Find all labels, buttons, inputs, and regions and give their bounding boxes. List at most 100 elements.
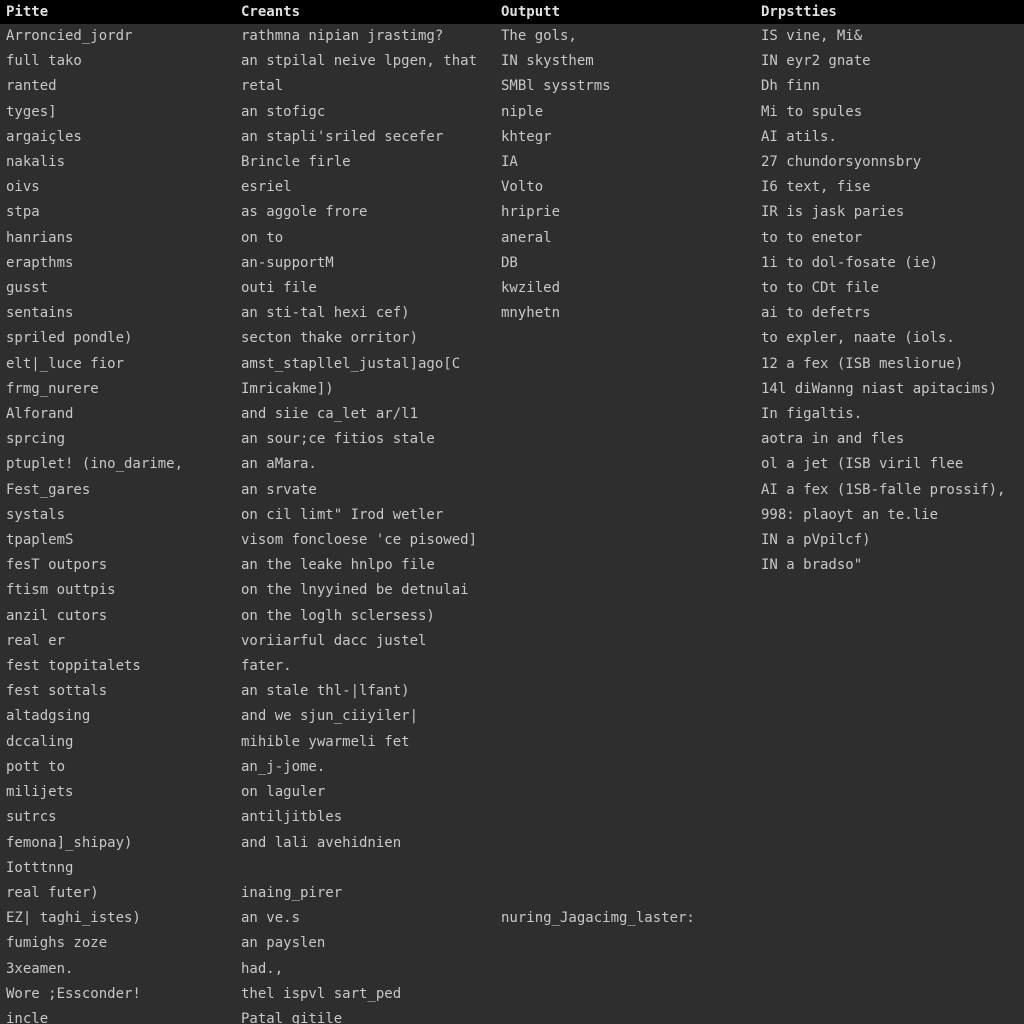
col-header-0[interactable]: Pitte: [0, 0, 235, 24]
table-row[interactable]: stpaas aggole frorehriprieIR is jask par…: [0, 200, 1024, 225]
cell: anzil cutors: [0, 604, 235, 629]
table-row[interactable]: elt|_luce fioramst_stapllel_justal]ago[C…: [0, 352, 1024, 377]
cell: 998: plaoyt an te.lie: [755, 503, 1024, 528]
cell: [495, 755, 755, 780]
table-row[interactable]: fesT outporsan the leake hnlpo fileIN a …: [0, 553, 1024, 578]
cell: argaiçles: [0, 125, 235, 150]
cell: fesT outpors: [0, 553, 235, 578]
cell: [755, 881, 1024, 906]
cell: an stpilal neive lpgen, that: [235, 49, 495, 74]
cell: spriled pondle): [0, 326, 235, 351]
table-row[interactable]: fest toppitaletsfater.: [0, 654, 1024, 679]
cell: IN a pVpilcf): [755, 528, 1024, 553]
cell: and siie ca_let ar/l1: [235, 402, 495, 427]
cell: kwziled: [495, 276, 755, 301]
cell: [495, 805, 755, 830]
table-row[interactable]: altadgsingand we sjun_ciiyiler|: [0, 704, 1024, 729]
table-row[interactable]: nakalisBrincle firleIA27 chundorsyonnsbr…: [0, 150, 1024, 175]
col-header-3[interactable]: Drpstties: [755, 0, 1024, 24]
cell: and we sjun_ciiyiler|: [235, 704, 495, 729]
cell: systals: [0, 503, 235, 528]
table-row[interactable]: Wore ;Essconder!thel ispvl sart_ped: [0, 982, 1024, 1007]
cell: secton thake orritor): [235, 326, 495, 351]
cell: niple: [495, 100, 755, 125]
table-row[interactable]: milijetson laguler: [0, 780, 1024, 805]
cell: sprcing: [0, 427, 235, 452]
cell: IA: [495, 150, 755, 175]
cell: real er: [0, 629, 235, 654]
cell: AI atils.: [755, 125, 1024, 150]
cell: ptuplet! (ino_darime,: [0, 452, 235, 477]
table-row[interactable]: hanrianson toaneralto to enetor: [0, 226, 1024, 251]
col-header-2[interactable]: Outputt: [495, 0, 755, 24]
table-row[interactable]: anzil cutorson the loglh sclersess): [0, 604, 1024, 629]
table-row[interactable]: dccalingmihible ywarmeli fet: [0, 730, 1024, 755]
cell: [755, 679, 1024, 704]
cell: [755, 1007, 1024, 1024]
cell: an sti-tal hexi cef): [235, 301, 495, 326]
cell: 3xeamen.: [0, 957, 235, 982]
table-row[interactable]: real futer)inaing_pirer: [0, 881, 1024, 906]
cell: voriiarful dacc justel: [235, 629, 495, 654]
table-row[interactable]: pott toan_j-jome.: [0, 755, 1024, 780]
cell: ftism outtpis: [0, 578, 235, 603]
table-row[interactable]: fest sottalsan stale thl-|lfant): [0, 679, 1024, 704]
cell: milijets: [0, 780, 235, 805]
table-row[interactable]: inclePatal_gitile: [0, 1007, 1024, 1024]
table-row[interactable]: EZ| taghi_istes)an ve.snuring_Jagacimg_l…: [0, 906, 1024, 931]
cell: erapthms: [0, 251, 235, 276]
table-row[interactable]: Iotttnng: [0, 856, 1024, 881]
table-row[interactable]: ptuplet! (ino_darime,an aMara.ol a jet (…: [0, 452, 1024, 477]
table-row[interactable]: sprcingan sour;ce fitios staleaotra in a…: [0, 427, 1024, 452]
cell: had.,: [235, 957, 495, 982]
cell: visom foncloese 'ce pisowed]: [235, 528, 495, 553]
cell: I6 text, fise: [755, 175, 1024, 200]
table-row[interactable]: tpaplemSvisom foncloese 'ce pisowed]IN a…: [0, 528, 1024, 553]
table-row[interactable]: full takoan stpilal neive lpgen, thatIN …: [0, 49, 1024, 74]
cell: Arroncied_jordr: [0, 24, 235, 49]
cell: altadgsing: [0, 704, 235, 729]
table-row[interactable]: systalson cil limt" Irod wetler998: plao…: [0, 503, 1024, 528]
table-row[interactable]: tyges]an stofigcnipleMi to spules: [0, 100, 1024, 125]
table-row[interactable]: spriled pondle)secton thake orritor) to e…: [0, 326, 1024, 351]
table-row[interactable]: sentainsan sti-tal hexi cef)mnyhetnai to…: [0, 301, 1024, 326]
cell: on the loglh sclersess): [235, 604, 495, 629]
cell: an the leake hnlpo file: [235, 553, 495, 578]
table-row[interactable]: erapthmsan-supportMDB1i to dol-fosate (i…: [0, 251, 1024, 276]
cell: IS vine, Mi&: [755, 24, 1024, 49]
table-row[interactable]: gusstouti filekwziledto to CDt file: [0, 276, 1024, 301]
cell: [755, 604, 1024, 629]
cell: mihible ywarmeli fet: [235, 730, 495, 755]
cell: nuring_Jagacimg_laster:: [495, 906, 755, 931]
cell: hriprie: [495, 200, 755, 225]
table-row[interactable]: fumighs zozean payslen: [0, 931, 1024, 956]
cell: on the lnyyined be detnulai: [235, 578, 495, 603]
cell: [495, 377, 755, 402]
cell: amst_stapllel_justal]ago[C: [235, 352, 495, 377]
table-row[interactable]: ftism outtpison the lnyyined be detnulai: [0, 578, 1024, 603]
cell: [495, 957, 755, 982]
cell: [755, 957, 1024, 982]
cell: [495, 856, 755, 881]
table-row[interactable]: argaiçlesan stapli'sriled seceferkhtegrA…: [0, 125, 1024, 150]
table-row[interactable]: rantedretalSMBl sysstrmsDh finn: [0, 74, 1024, 99]
table-row[interactable]: oivsesrielVoltoI6 text, fise: [0, 175, 1024, 200]
table-row[interactable]: sutrcsantiljitbles: [0, 805, 1024, 830]
cell: ai to defetrs: [755, 301, 1024, 326]
cell: [495, 730, 755, 755]
table-row[interactable]: real ervoriiarful dacc justel: [0, 629, 1024, 654]
cell: aneral: [495, 226, 755, 251]
table-row[interactable]: frmg_nurereImricakme])14l diWanng niast …: [0, 377, 1024, 402]
cell: [495, 427, 755, 452]
table-row[interactable]: femona]_shipay)and lali avehidnien: [0, 831, 1024, 856]
cell: [495, 528, 755, 553]
table-row[interactable]: Fest_garesan srvateAI a fex (1SB-falle p…: [0, 478, 1024, 503]
cell: Fest_gares: [0, 478, 235, 503]
table-row[interactable]: Arroncied_jordrrathmna nipian jrastimg?T…: [0, 24, 1024, 49]
cell: to expler, naate (iols.: [755, 326, 1024, 351]
table-row[interactable]: Alforandand siie ca_let ar/l1In figaltis…: [0, 402, 1024, 427]
col-header-1[interactable]: Creants: [235, 0, 495, 24]
cell: IN skysthem: [495, 49, 755, 74]
table-row[interactable]: 3xeamen.had.,: [0, 957, 1024, 982]
cell: on to: [235, 226, 495, 251]
